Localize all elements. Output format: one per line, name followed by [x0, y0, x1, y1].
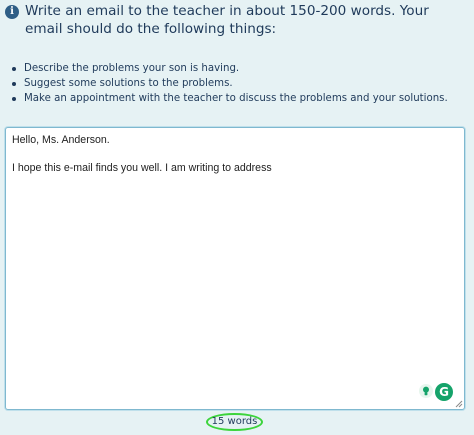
- task-item: Suggest some solutions to the problems.: [11, 76, 465, 91]
- task-item: Make an appointment with the teacher to …: [11, 91, 465, 106]
- email-textarea[interactable]: Hello, Ms. Anderson. I hope this e-mail …: [5, 127, 465, 410]
- grammarly-icon[interactable]: G: [435, 383, 453, 401]
- task-item: Describe the problems your son is having…: [11, 61, 465, 76]
- prompt-section: i Write an email to the teacher in about…: [5, 2, 465, 106]
- lightbulb-icon[interactable]: [419, 384, 433, 398]
- prompt-title: Write an email to the teacher in about 1…: [25, 3, 429, 37]
- lightbulb-icon-svg: [423, 386, 429, 396]
- email-text[interactable]: Hello, Ms. Anderson. I hope this e-mail …: [12, 133, 434, 175]
- resize-handle-icon[interactable]: [455, 400, 463, 408]
- prompt-header: i Write an email to the teacher in about…: [5, 2, 465, 38]
- word-count: 15 words: [206, 413, 263, 431]
- info-icon: i: [5, 5, 19, 19]
- task-list: Describe the problems your son is having…: [11, 61, 465, 106]
